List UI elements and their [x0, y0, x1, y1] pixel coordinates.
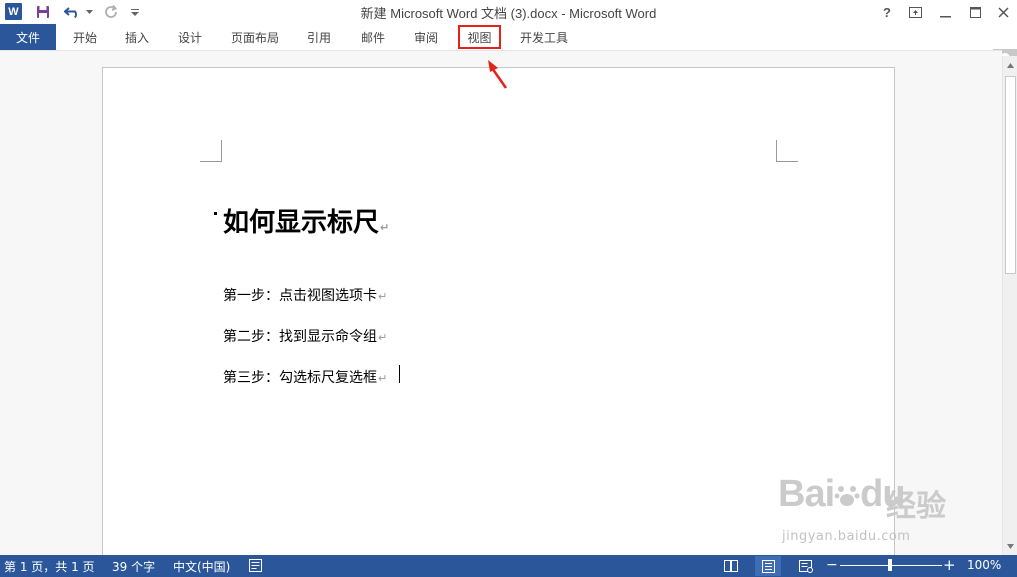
- minimize-icon[interactable]: [930, 0, 960, 24]
- watermark-url: jingyan.baidu.com: [782, 529, 911, 544]
- baidu-watermark: Bai du 经验 jingyan.baidu.com: [778, 467, 978, 549]
- paragraph-mark: ↵: [378, 290, 388, 303]
- scroll-up-icon[interactable]: [1003, 58, 1017, 72]
- word-count[interactable]: 39 个字: [112, 558, 155, 575]
- tab-insert[interactable]: 插入: [116, 24, 158, 50]
- help-button[interactable]: ?: [872, 0, 902, 24]
- zoom-slider-thumb[interactable]: [888, 559, 892, 571]
- page-count[interactable]: 第 1 页，共 1 页: [4, 558, 95, 575]
- zoom-in-button[interactable]: +: [943, 556, 956, 574]
- macro-record-icon[interactable]: [249, 559, 262, 575]
- tab-review[interactable]: 审阅: [405, 24, 447, 50]
- maximize-icon[interactable]: [960, 0, 990, 24]
- zoom-out-button[interactable]: −: [826, 557, 838, 573]
- read-mode-icon[interactable]: [718, 556, 744, 576]
- document-page[interactable]: 如何显示标尺↵ 第一步：点击视图选项卡↵ 第二步：找到显示命令组↵ 第三步：勾选…: [102, 67, 895, 577]
- vertical-scrollbar[interactable]: [1002, 56, 1017, 555]
- watermark-cn: 经验: [886, 489, 946, 524]
- zoom-level[interactable]: 100%: [967, 558, 1001, 572]
- tab-file[interactable]: 文件: [0, 24, 56, 50]
- heading-bullet: [214, 212, 217, 215]
- print-layout-icon[interactable]: [755, 556, 781, 576]
- web-layout-icon[interactable]: [793, 556, 819, 576]
- tab-developer[interactable]: 开发工具: [511, 24, 577, 50]
- tab-page-layout[interactable]: 页面布局: [222, 24, 288, 50]
- tab-design[interactable]: 设计: [169, 24, 211, 50]
- margin-corner-top-right: [776, 140, 798, 162]
- paragraph-mark: ↵: [378, 331, 388, 344]
- scroll-thumb[interactable]: [1005, 76, 1016, 274]
- tab-mailings[interactable]: 邮件: [352, 24, 394, 50]
- ribbon-tab-bar: 文件 开始 插入 设计 页面布局 引用 邮件 审阅 视图 开发工具 登录: [0, 24, 1017, 73]
- step-1-line[interactable]: 第一步：点击视图选项卡↵: [223, 285, 387, 305]
- step-2-line[interactable]: 第二步：找到显示命令组↵: [223, 326, 387, 346]
- window-title: 新建 Microsoft Word 文档 (3).docx - Microsof…: [360, 6, 657, 21]
- language-indicator[interactable]: 中文(中国): [173, 558, 230, 575]
- step-3-line[interactable]: 第三步：勾选标尺复选框↵: [223, 367, 387, 387]
- close-icon[interactable]: [990, 0, 1017, 24]
- tab-view[interactable]: 视图: [457, 24, 502, 50]
- paragraph-mark: ↵: [380, 221, 390, 234]
- paw-icon: [834, 486, 860, 506]
- tab-references[interactable]: 引用: [298, 24, 340, 50]
- ribbon-display-icon[interactable]: [900, 0, 930, 24]
- tab-home[interactable]: 开始: [64, 24, 106, 50]
- margin-corner-top-left: [200, 140, 222, 162]
- paragraph-mark: ↵: [378, 372, 388, 385]
- title-bar: W 新建 Microsoft Word 文档 (3).docx - Micros…: [0, 0, 1017, 24]
- annotation-arrow-icon: [488, 60, 508, 89]
- scroll-down-icon[interactable]: [1003, 539, 1017, 553]
- document-heading[interactable]: 如何显示标尺↵: [223, 202, 389, 239]
- status-bar: 第 1 页，共 1 页 39 个字 中文(中国) − + 100%: [0, 555, 1017, 577]
- text-cursor: [399, 365, 400, 383]
